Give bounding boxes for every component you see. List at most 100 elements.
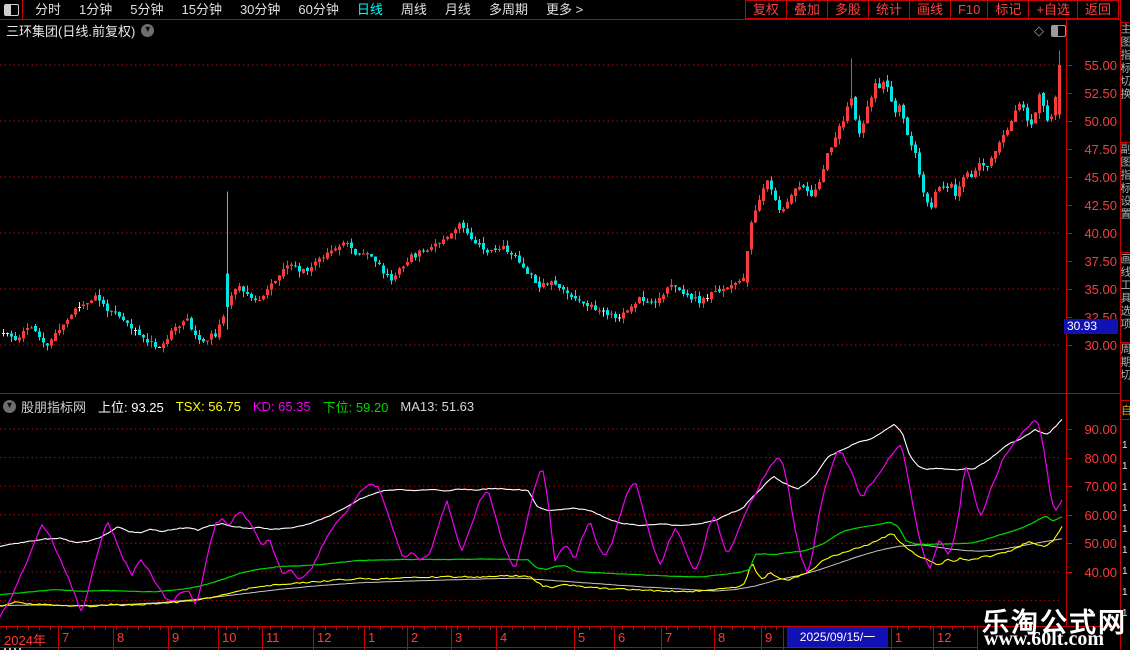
split-view-icon <box>4 4 19 16</box>
timeline-tick <box>391 627 392 630</box>
timeline-tick <box>237 627 238 630</box>
timeline-tick <box>688 627 689 630</box>
timeline-tick <box>138 627 139 630</box>
timeline-month-label: 2 <box>411 630 419 645</box>
timeline-tick <box>699 627 700 630</box>
indicator-line-下位 <box>0 515 1063 596</box>
tab-period-9[interactable]: 多周期 <box>480 0 537 19</box>
price-axis-label: 45.00 <box>1084 170 1117 185</box>
tab-period-10[interactable]: 更多 > <box>537 0 592 19</box>
timeline-tick <box>479 627 480 630</box>
timeline-tick <box>127 627 128 630</box>
pane-divider[interactable] <box>0 393 1120 394</box>
right-strip-segment-2[interactable]: 画线工具选项 <box>1121 252 1130 343</box>
indicator-field-1: TSX: 56.75 <box>175 398 241 414</box>
tab-period-0[interactable]: 分时 <box>26 0 70 19</box>
right-strip-value: 1 <box>1122 566 1128 577</box>
timeline-tick <box>776 627 777 630</box>
right-strip-value: 1 <box>1122 482 1128 493</box>
right-strip-badge[interactable]: 自 <box>1121 402 1130 418</box>
tab-period-4[interactable]: 30分钟 <box>231 0 289 19</box>
toolbar-button-1[interactable]: 叠加 <box>785 0 828 19</box>
timeline-tick <box>732 627 733 630</box>
toolbar-button-2[interactable]: 多股 <box>826 0 869 19</box>
timeline-tick <box>919 627 920 630</box>
right-strip-segment-3[interactable]: 周期切换 <box>1121 342 1130 394</box>
indicator-axis-label: 60.00 <box>1084 507 1117 523</box>
timeline-separator <box>262 627 263 647</box>
timeline-tick <box>347 627 348 630</box>
right-strip-value: 1 <box>1122 524 1128 535</box>
chevron-down-icon[interactable]: ▾ <box>3 399 16 413</box>
right-strip-value: 1 <box>1122 545 1128 556</box>
price-axis-label: 50.00 <box>1084 114 1117 129</box>
timeline-tick <box>281 627 282 630</box>
last-price-badge: 30.93 <box>1064 319 1118 334</box>
period-tab-bar: 分时 1分钟 5分钟 15分钟 30分钟 60分钟 日线 周线 月线 多周期 更多 > <box>26 0 592 19</box>
timeline-month-label: 9 <box>765 630 773 645</box>
tab-period-2[interactable]: 5分钟 <box>121 0 172 19</box>
watermark-url: www.60lt.com <box>984 628 1104 650</box>
timeline-tick <box>435 627 436 630</box>
timeline-separator <box>58 627 59 647</box>
indicator-axis-label: 70.00 <box>1084 479 1117 495</box>
timeline-tick <box>292 627 293 630</box>
timeline-tick <box>424 627 425 630</box>
timeline-tick <box>149 627 150 630</box>
timeline-tick <box>94 627 95 630</box>
timeline-tick <box>215 627 216 630</box>
timeline-date-badge: 2025/09/15/一 <box>787 627 888 647</box>
right-strip-segment-1[interactable]: 副图指标设置 <box>1121 142 1130 253</box>
indicator-field-4: MA13: 51.63 <box>400 398 475 414</box>
timeline-tick <box>710 627 711 630</box>
timeline-tick <box>259 627 260 630</box>
timeline-tick <box>908 627 909 630</box>
timeline-axis[interactable]: 2024年 7 8 9 10 11 12 1 2 3 4 5 6 7 8 9 1 12 2025/09/15/一 <box>0 627 978 648</box>
timeline-tick <box>589 627 590 630</box>
timeline-separator <box>891 627 892 647</box>
candles <box>2 50 1061 353</box>
timeline-tick <box>83 627 84 630</box>
timeline-tick <box>534 627 535 630</box>
tab-period-7[interactable]: 周线 <box>392 0 436 19</box>
top-toolbar: 分时 1分钟 5分钟 15分钟 30分钟 60分钟 日线 周线 月线 多周期 更多 > 复权 叠加 多股… <box>0 0 1130 20</box>
timeline-month-label: 8 <box>117 630 125 645</box>
toolbar-button-7[interactable]: +自选 <box>1028 0 1078 19</box>
tab-period-5[interactable]: 60分钟 <box>289 0 347 19</box>
indicator-chart[interactable] <box>0 418 1063 626</box>
timeline-month-label: 1 <box>368 630 376 645</box>
toolbar-button-8[interactable]: 返回 <box>1076 0 1119 19</box>
toolbar-button-6[interactable]: 标记 <box>987 0 1030 19</box>
toolbar-button-4[interactable]: 画线 <box>908 0 951 19</box>
timeline-month-label: 12 <box>937 630 952 645</box>
right-strip-value: 1 <box>1122 440 1128 451</box>
stock-app-window: 分时 1分钟 5分钟 15分钟 30分钟 60分钟 日线 周线 月线 多周期 更多 > 复权 叠加 多股… <box>0 0 1130 650</box>
layout-toggle-button[interactable] <box>0 0 23 19</box>
right-strip-value: 1 <box>1122 587 1128 598</box>
toolbar-button-0[interactable]: 复权 <box>744 0 787 19</box>
timeline-tick <box>611 627 612 630</box>
timeline-month-label: 7 <box>665 630 673 645</box>
timeline-tick <box>446 627 447 630</box>
toolbar-button-5[interactable]: F10 <box>949 0 989 19</box>
timeline-tick <box>512 627 513 630</box>
indicator-line-上位 <box>0 419 1063 547</box>
timeline-month-label: 5 <box>578 630 586 645</box>
right-strip-segment-0[interactable]: 主图指标切换 <box>1121 22 1130 143</box>
timeline-month-label: 1 <box>895 630 903 645</box>
tab-period-6[interactable]: 日线 <box>348 0 392 19</box>
timeline-month-label: 8 <box>718 630 726 645</box>
timeline-month-label: 10 <box>222 630 237 645</box>
timeline-tick <box>490 627 491 630</box>
tab-period-3[interactable]: 15分钟 <box>172 0 230 19</box>
indicator-header: ▾ 股朋指标网 上位: 93.25 TSX: 56.75 KD: 65.35 下位: … <box>3 397 475 416</box>
tab-period-8[interactable]: 月线 <box>436 0 480 19</box>
timeline-separator <box>714 627 715 647</box>
toolbar-button-3[interactable]: 统计 <box>867 0 910 19</box>
indicator-name[interactable]: 股朋指标网 <box>21 397 86 416</box>
tab-period-1[interactable]: 1分钟 <box>70 0 121 19</box>
timeline-tick <box>50 627 51 630</box>
timeline-tick <box>600 627 601 630</box>
candlestick-chart[interactable] <box>0 20 1063 392</box>
timeline-separator <box>614 627 615 647</box>
